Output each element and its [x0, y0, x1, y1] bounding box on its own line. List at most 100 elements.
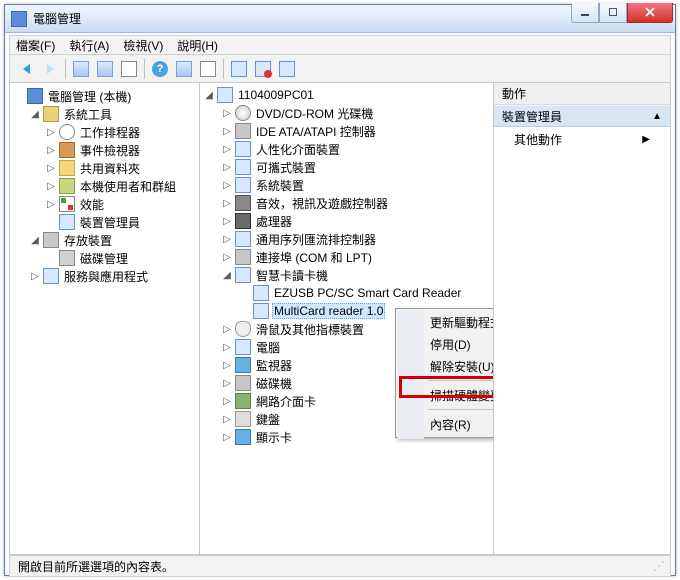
help-button[interactable]: ? [149, 58, 171, 80]
expand-icon[interactable]: ▷ [220, 252, 234, 263]
tree-event-viewer[interactable]: 事件檢視器 [78, 141, 142, 160]
dev-cpu[interactable]: 處理器 [254, 212, 294, 231]
menu-view[interactable]: 檢視(V) [123, 37, 163, 54]
tb-btn-8[interactable] [252, 58, 274, 80]
ctx-scan-hardware[interactable]: 掃描硬體變更(A) [398, 384, 494, 406]
dev-usb[interactable]: 通用序列匯流排控制器 [254, 230, 378, 249]
expand-icon[interactable]: ▷ [220, 414, 234, 425]
menu-file[interactable]: 檔案(F) [16, 37, 55, 54]
tree-shared-folders[interactable]: 共用資料夾 [78, 159, 142, 178]
dev-ports[interactable]: 連接埠 (COM 和 LPT) [254, 248, 374, 267]
dev-ide[interactable]: IDE ATA/ATAPI 控制器 [254, 122, 378, 141]
event-icon [59, 142, 75, 158]
console-tree[interactable]: 電腦管理 (本機) ◢ 系統工具 ▷ 工作排程器 ▷ 事件檢視器 ▷ 共用資料夾 ▷ 本機… [10, 83, 200, 554]
dev-dvd[interactable]: DVD/CD-ROM 光碟機 [254, 104, 375, 123]
menu-action[interactable]: 執行(A) [69, 37, 109, 54]
ctx-uninstall[interactable]: 解除安裝(U) [398, 355, 494, 377]
expand-icon[interactable]: ▷ [44, 145, 58, 156]
sound-icon [235, 195, 251, 211]
dev-sc2-selected[interactable]: MultiCard reader 1.0 [272, 303, 385, 319]
dev-computer[interactable]: 電腦 [254, 338, 282, 357]
expand-icon[interactable]: ▷ [220, 360, 234, 371]
resize-grip[interactable]: ⋰ [653, 559, 662, 573]
ctx-disable[interactable]: 停用(D) [398, 333, 494, 355]
tb-btn-6[interactable] [197, 58, 219, 80]
expand-icon[interactable]: ▷ [220, 342, 234, 353]
portable-icon [235, 159, 251, 175]
dev-display[interactable]: 顯示卡 [254, 428, 294, 447]
tree-storage[interactable]: 存放裝置 [62, 231, 114, 250]
expand-icon[interactable]: ▷ [44, 199, 58, 210]
expand-icon[interactable]: ▷ [44, 127, 58, 138]
dev-portable[interactable]: 可攜式裝置 [254, 158, 318, 177]
dev-net[interactable]: 網路介面卡 [254, 392, 318, 411]
collapse-icon[interactable]: ◢ [202, 90, 216, 101]
forward-button[interactable] [39, 58, 61, 80]
dev-sc1[interactable]: EZUSB PC/SC Smart Card Reader [272, 285, 463, 301]
expand-icon[interactable]: ▷ [220, 144, 234, 155]
dev-smartcard[interactable]: 智慧卡讀卡機 [254, 266, 330, 285]
ctx-update-driver[interactable]: 更新驅動程式軟體(P)... [398, 311, 494, 333]
folder-icon [59, 160, 75, 176]
tree-performance[interactable]: 效能 [78, 195, 106, 214]
dev-root[interactable]: 1104009PC01 [236, 87, 316, 103]
collapse-icon[interactable]: ◢ [28, 109, 42, 120]
expand-icon[interactable]: ▷ [28, 271, 42, 282]
tree-local-users[interactable]: 本機使用者和群組 [78, 177, 178, 196]
tree-services-apps[interactable]: 服務與應用程式 [62, 267, 150, 286]
actions-more[interactable]: 其他動作 ▶ [494, 127, 670, 151]
title-bar: 電腦管理 [5, 5, 675, 33]
expand-icon[interactable]: ▷ [220, 108, 234, 119]
maximize-button[interactable] [599, 3, 627, 23]
dev-monitor[interactable]: 監視器 [254, 356, 294, 375]
dev-system[interactable]: 系統裝置 [254, 176, 306, 195]
disk-icon [235, 375, 251, 391]
window-title: 電腦管理 [33, 10, 571, 27]
panel-icon [73, 61, 89, 77]
actions-section[interactable]: 裝置管理員 ▲ [494, 105, 670, 127]
ctx-properties[interactable]: 內容(R) [398, 413, 494, 435]
dev-keyboard[interactable]: 鍵盤 [254, 410, 282, 429]
tb-btn-7[interactable] [228, 58, 250, 80]
tree-device-manager[interactable]: 裝置管理員 [78, 213, 142, 232]
menu-help[interactable]: 說明(H) [177, 37, 218, 54]
toolbar: ? [9, 55, 671, 83]
actions-header: 動作 [494, 83, 670, 105]
close-button[interactable] [627, 3, 673, 23]
tree-task-scheduler[interactable]: 工作排程器 [78, 123, 142, 142]
minimize-button[interactable] [571, 3, 599, 23]
back-button[interactable] [15, 58, 37, 80]
dev-disk[interactable]: 磁碟機 [254, 374, 294, 393]
expand-icon[interactable]: ▷ [220, 126, 234, 137]
device-tree[interactable]: ◢ 1104009PC01 ▷ DVD/CD-ROM 光碟機 ▷ IDE ATA/AT… [200, 83, 494, 554]
expand-icon[interactable]: ▷ [220, 324, 234, 335]
expand-icon[interactable]: ▷ [220, 216, 234, 227]
mmc-icon [27, 88, 43, 104]
expand-icon[interactable]: ▷ [220, 198, 234, 209]
storage-icon [43, 232, 59, 248]
perf-icon [59, 196, 75, 212]
tree-disk-mgmt[interactable]: 磁碟管理 [78, 249, 130, 268]
toolbar-sep [223, 59, 224, 79]
expand-icon[interactable]: ▷ [44, 181, 58, 192]
expand-icon[interactable]: ▷ [220, 162, 234, 173]
expand-icon[interactable]: ▷ [220, 234, 234, 245]
expand-icon[interactable]: ▷ [220, 396, 234, 407]
tree-root[interactable]: 電腦管理 (本機) [46, 87, 133, 106]
menu-bar: 檔案(F) 執行(A) 檢視(V) 說明(H) [9, 35, 671, 55]
tree-system-tools[interactable]: 系統工具 [62, 105, 114, 124]
dev-hid[interactable]: 人性化介面裝置 [254, 140, 342, 159]
tb-btn-1[interactable] [70, 58, 92, 80]
expand-icon[interactable]: ▷ [220, 378, 234, 389]
expand-icon[interactable]: ▷ [220, 432, 234, 443]
expand-icon[interactable]: ▷ [44, 163, 58, 174]
collapse-icon[interactable]: ◢ [28, 235, 42, 246]
expand-icon[interactable]: ▷ [220, 180, 234, 191]
collapse-icon[interactable]: ◢ [220, 270, 234, 281]
dev-sound[interactable]: 音效，視訊及遊戲控制器 [254, 194, 390, 213]
tb-btn-9[interactable] [276, 58, 298, 80]
tb-btn-5[interactable] [173, 58, 195, 80]
tb-btn-3[interactable] [118, 58, 140, 80]
tb-btn-2[interactable] [94, 58, 116, 80]
dev-mouse[interactable]: 滑鼠及其他指標裝置 [254, 320, 366, 339]
